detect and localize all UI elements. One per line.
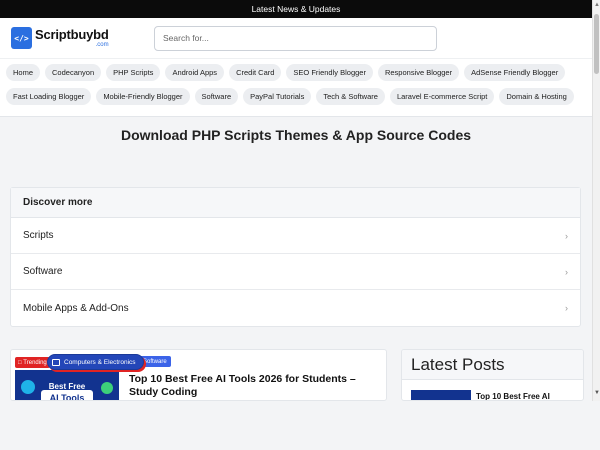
decorative-circle-icon <box>101 382 113 394</box>
latest-post-thumbnail[interactable] <box>411 390 471 400</box>
discover-heading: Discover more <box>11 188 580 218</box>
page-title: Download PHP Scripts Themes & App Source… <box>120 127 472 143</box>
discover-item-label: Software <box>23 266 63 277</box>
top-news-bar: Latest News & Updates <box>0 0 592 18</box>
tag-software[interactable]: Software <box>194 88 239 105</box>
trending-badge[interactable]: □ Trending <box>15 357 50 368</box>
scroll-up-icon[interactable]: ▲ <box>594 2 600 8</box>
tag-fast-loading-blogger[interactable]: Fast Loading Blogger <box>6 88 92 105</box>
thumbnail-subheading: AI Tools <box>41 390 93 400</box>
chevron-right-icon: › <box>565 303 568 313</box>
tag-domain-hosting[interactable]: Domain & Hosting <box>499 88 574 105</box>
tag-responsive-blogger[interactable]: Responsive Blogger <box>377 64 460 81</box>
post-title-link[interactable]: Top 10 Best Free AI Tools 2026 for Stude… <box>129 373 379 398</box>
latest-posts-heading: Latest Posts <box>402 350 583 380</box>
featured-post-card[interactable]: Best Free AI Tools □ Trending Software C… <box>10 349 387 401</box>
site-logo[interactable]: </> Scriptbuybd .com <box>11 27 141 49</box>
scrollbar-thumb[interactable] <box>594 14 599 74</box>
discover-item-label: Scripts <box>23 230 54 241</box>
tag-mobile-friendly-blogger[interactable]: Mobile-Friendly Blogger <box>96 88 190 105</box>
monitor-icon <box>52 358 60 366</box>
discover-item-software[interactable]: Software › <box>11 254 580 290</box>
viewport-blank-area <box>0 401 600 450</box>
discover-item-mobile-apps[interactable]: Mobile Apps & Add-Ons › <box>11 290 580 326</box>
category-tags: Home Codecanyon PHP Scripts Android Apps… <box>0 58 592 117</box>
code-icon: </> <box>11 27 32 49</box>
search-input[interactable] <box>154 25 437 51</box>
tag-tech-software[interactable]: Tech & Software <box>316 88 385 105</box>
tag-android-apps[interactable]: Android Apps <box>165 64 225 81</box>
logo-domain: .com <box>95 42 109 48</box>
tag-php-scripts[interactable]: PHP Scripts <box>106 64 161 81</box>
discover-item-label: Mobile Apps & Add-Ons <box>23 302 129 314</box>
latest-posts-widget: Latest Posts Top 10 Best Free AI <box>401 349 584 401</box>
tag-codecanyon[interactable]: Codecanyon <box>45 64 102 81</box>
top-news-text: Latest News & Updates <box>251 4 341 14</box>
site-header: </> Scriptbuybd .com <box>0 18 592 58</box>
page-scrollbar[interactable]: ▲ ▼ <box>592 0 600 401</box>
scroll-down-icon[interactable]: ▼ <box>594 390 600 396</box>
tag-credit-card[interactable]: Credit Card <box>229 64 282 81</box>
discover-more-panel: Discover more Scripts › Software › Mobil… <box>10 187 581 327</box>
post-thumbnail[interactable]: Best Free AI Tools <box>15 370 119 400</box>
tag-laravel-ecommerce-script[interactable]: Laravel E-commerce Script <box>389 88 495 105</box>
tag-seo-friendly-blogger[interactable]: SEO Friendly Blogger <box>286 64 373 81</box>
latest-post-title[interactable]: Top 10 Best Free AI <box>476 392 550 400</box>
decorative-circle-icon <box>21 380 35 394</box>
discover-item-scripts[interactable]: Scripts › <box>11 218 580 254</box>
tag-adsense-friendly-blogger[interactable]: AdSense Friendly Blogger <box>464 64 566 81</box>
chevron-right-icon: › <box>565 266 568 277</box>
chevron-right-icon: › <box>565 230 568 241</box>
tag-home[interactable]: Home <box>6 64 41 81</box>
category-badge[interactable]: Computers & Electronics <box>47 354 144 370</box>
software-badge[interactable]: Software <box>139 356 171 367</box>
tag-paypal-tutorials[interactable]: PayPal Tutorials <box>243 88 312 105</box>
logo-name: Scriptbuybd <box>35 27 109 42</box>
